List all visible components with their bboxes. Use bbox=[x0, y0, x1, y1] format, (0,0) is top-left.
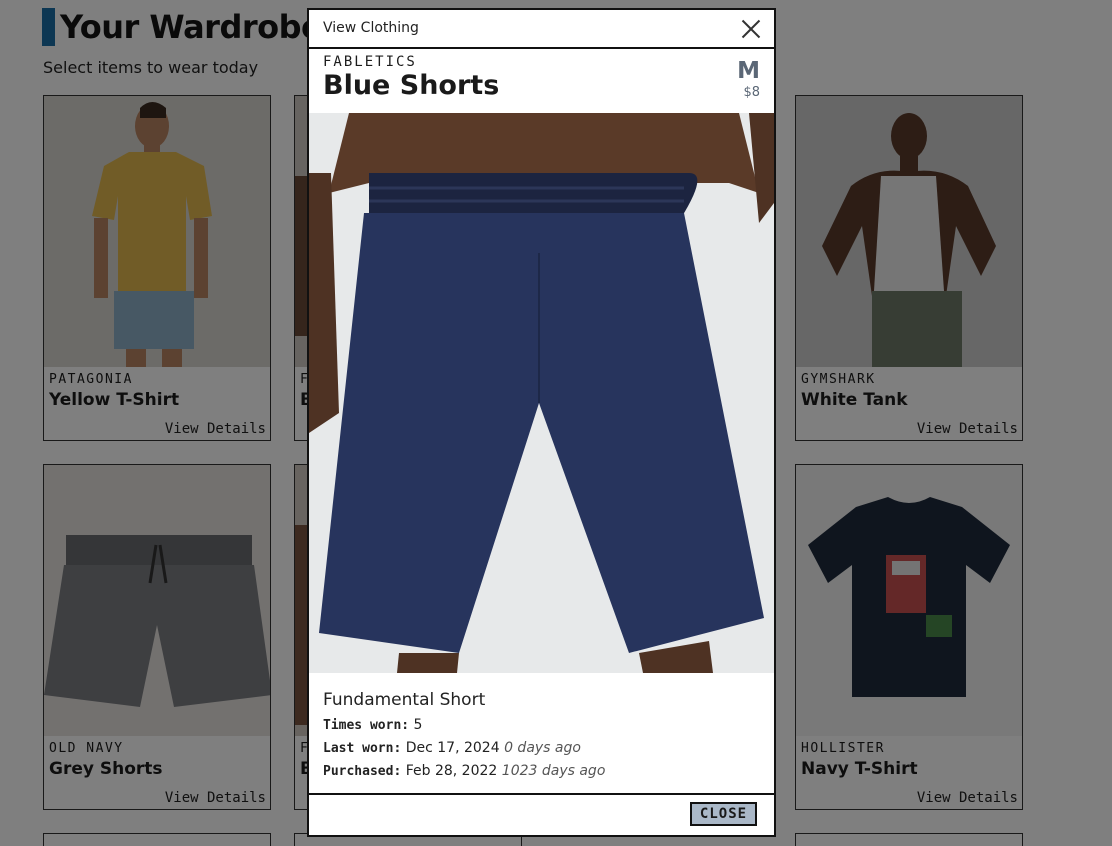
item-header: FABLETICS Blue Shorts M $8 bbox=[309, 49, 774, 113]
item-size: M bbox=[737, 58, 760, 84]
times-worn-row: Times worn: 5 bbox=[323, 714, 760, 737]
times-worn-label: Times worn: bbox=[323, 718, 410, 733]
close-button[interactable]: CLOSE bbox=[690, 802, 757, 826]
last-worn-ago: 0 days ago bbox=[504, 740, 581, 756]
times-worn-value: 5 bbox=[413, 717, 423, 733]
purchased-row: Purchased: Feb 28, 2022 1023 days ago bbox=[323, 760, 760, 783]
item-model: Fundamental Short bbox=[323, 690, 486, 710]
purchased-label: Purchased: bbox=[323, 764, 402, 779]
view-clothing-modal: View Clothing FABLETICS Blue Shorts M $8 bbox=[307, 8, 776, 837]
modal-title: View Clothing bbox=[323, 20, 419, 36]
item-info: Fundamental Short Times worn: 5 Last wor… bbox=[323, 690, 760, 783]
last-worn-label: Last worn: bbox=[323, 741, 402, 756]
purchased-value: Feb 28, 2022 bbox=[405, 763, 498, 779]
last-worn-value: Dec 17, 2024 bbox=[405, 740, 500, 756]
modal-footer: CLOSE bbox=[309, 793, 774, 835]
modal-header: View Clothing bbox=[309, 10, 774, 49]
purchased-ago: 1023 days ago bbox=[501, 763, 606, 779]
item-brand: FABLETICS bbox=[323, 54, 417, 70]
item-name: Blue Shorts bbox=[323, 70, 500, 101]
close-icon[interactable] bbox=[740, 18, 762, 40]
item-price: $8 bbox=[743, 85, 760, 100]
blue-shorts-photo bbox=[309, 113, 774, 673]
last-worn-row: Last worn: Dec 17, 2024 0 days ago bbox=[323, 737, 760, 760]
